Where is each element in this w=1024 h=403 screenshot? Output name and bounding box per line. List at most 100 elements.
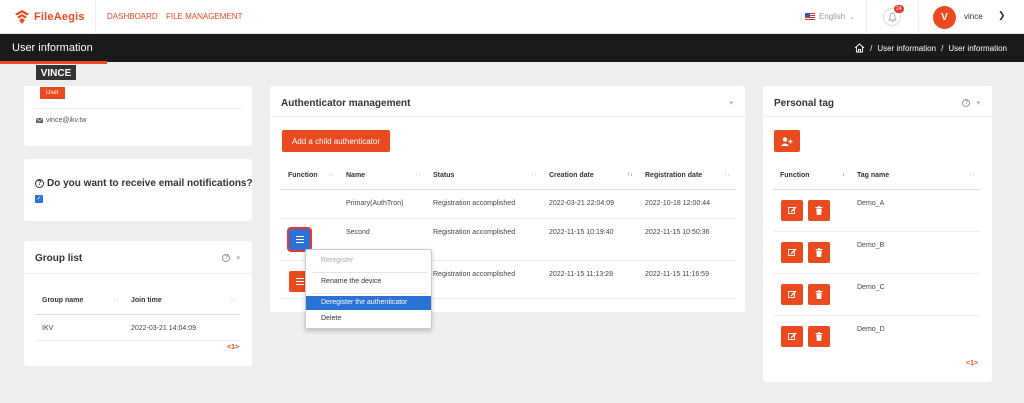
- chevron-down-icon[interactable]: ▾: [236, 254, 240, 262]
- chevron-down-icon[interactable]: ❯: [998, 10, 1006, 21]
- trash-icon: [815, 290, 823, 299]
- table-row: Demo_A: [773, 189, 980, 232]
- edit-tag-button[interactable]: [781, 200, 803, 221]
- brand-name: FileAegis: [34, 11, 85, 23]
- user-plus-icon: [781, 136, 793, 146]
- menu-item-deregister[interactable]: Deregister the authenticator: [306, 296, 431, 310]
- add-tag-button[interactable]: [774, 130, 800, 152]
- envelope-icon: [36, 118, 43, 123]
- table-row: Demo_B: [773, 231, 980, 274]
- email-notification-checkbox[interactable]: ✓: [35, 195, 43, 203]
- row-function-menu-button[interactable]: [287, 227, 312, 252]
- nav-file-management[interactable]: FILE MANAGEMENT: [166, 12, 242, 21]
- tag-name-cell: Demo_D: [857, 325, 885, 333]
- home-icon[interactable]: [854, 43, 865, 53]
- column-header[interactable]: Function ↑↓: [281, 163, 339, 190]
- trash-icon: [815, 206, 823, 215]
- nav-divider: [95, 0, 96, 34]
- column-header[interactable]: Tag name ↑↓: [850, 163, 980, 190]
- notification-count-badge: 24: [894, 5, 904, 13]
- column-header[interactable]: Group name ↑↓: [35, 288, 124, 315]
- chevron-down-icon[interactable]: ▾: [729, 99, 733, 107]
- group-list-card: Group list ? ▾ Group name ↑↓ Join time ↑↓ I…: [24, 241, 252, 366]
- username[interactable]: vince: [964, 12, 983, 21]
- add-child-authenticator-button[interactable]: Add a child authenticator: [282, 130, 390, 152]
- column-header[interactable]: Creation date ↑↓: [542, 163, 638, 190]
- avatar[interactable]: V: [933, 6, 956, 29]
- user-display-name: VINCE: [36, 65, 76, 80]
- tag-name-cell: Demo_A: [850, 189, 980, 232]
- pagination[interactable]: <1>: [227, 344, 239, 351]
- delete-tag-button[interactable]: [808, 200, 830, 221]
- breadcrumb-item[interactable]: User information: [877, 44, 936, 53]
- column-header[interactable]: Function ↓: [773, 163, 850, 190]
- edit-icon: [787, 332, 796, 340]
- page-title: User information: [12, 42, 93, 54]
- edit-icon: [787, 206, 796, 214]
- menu-item-delete[interactable]: Delete: [306, 312, 431, 326]
- breadcrumb-item: User information: [948, 43, 1007, 53]
- table-row: Primary(AuthTron) Registration accomplis…: [281, 189, 735, 219]
- edit-tag-button[interactable]: [781, 326, 803, 347]
- table-row: IKV 2022-03-21 14:04:09: [35, 314, 240, 341]
- authenticator-created-cell: 2022-03-21 22:04:09: [542, 189, 638, 219]
- question-circle-icon: ?: [35, 179, 44, 188]
- personal-tag-title: Personal tag: [774, 98, 835, 109]
- bell-icon: [887, 12, 897, 22]
- menu-icon: [295, 278, 304, 285]
- delete-tag-button[interactable]: [808, 326, 830, 347]
- language-selector[interactable]: English ⌄: [805, 12, 855, 21]
- column-header[interactable]: Name ↑↓: [339, 163, 426, 190]
- authenticator-created-cell: 2022-11-15 11:13:28: [542, 260, 638, 299]
- title-accent-underline: [0, 61, 107, 64]
- menu-item-rename[interactable]: Rename the device: [306, 275, 431, 289]
- user-email-text: vince@ikv.tw: [46, 117, 87, 124]
- authenticator-title: Authenticator management: [281, 98, 411, 109]
- personal-tag-table: Function ↓ Tag name ↑↓ Demo_A Demo_B Demo_…: [773, 163, 980, 357]
- menu-icon: [295, 236, 304, 243]
- brand-logo[interactable]: FileAegis: [14, 9, 85, 25]
- authenticator-created-cell: 2022-11-15 10:19:40: [542, 218, 638, 261]
- chevron-down-icon: ⌄: [849, 13, 856, 21]
- authenticator-registered-cell: 2022-11-15 11:16:59: [638, 260, 735, 299]
- group-name-cell: IKV: [35, 314, 124, 341]
- trash-icon: [815, 332, 823, 341]
- nav-dashboard[interactable]: DASHBOARD: [107, 12, 158, 21]
- chevron-down-icon[interactable]: ▾: [976, 99, 980, 107]
- help-icon[interactable]: ?: [962, 99, 971, 107]
- authenticator-name-cell: Primary(AuthTron): [339, 189, 426, 219]
- tag-name-cell: Demo_B: [850, 231, 980, 274]
- pagination[interactable]: <1>: [966, 360, 978, 367]
- menu-item-reregister: Reregister: [321, 257, 354, 264]
- edit-tag-button[interactable]: [781, 284, 803, 305]
- column-header[interactable]: Join time ↑↓: [124, 288, 240, 315]
- edit-icon: [787, 290, 796, 298]
- trash-icon: [815, 248, 823, 257]
- email-notification-card: [24, 159, 252, 221]
- join-time-cell: 2022-03-21 14:04:09: [124, 314, 240, 341]
- table-row: Demo_C: [773, 273, 980, 316]
- help-icon[interactable]: ?: [222, 254, 231, 262]
- table-row: Demo_D: [773, 315, 980, 357]
- tag-name-cell: Demo_C: [850, 273, 980, 316]
- logo-icon: [15, 10, 29, 24]
- authenticator-status-cell: Registration accomplished: [426, 260, 542, 299]
- row-action-menu: Reregister Rename the device Deregister …: [305, 249, 432, 329]
- us-flag-icon: [805, 13, 815, 20]
- nav-divider: [918, 0, 919, 34]
- group-list-table: Group name ↑↓ Join time ↑↓ IKV 2022-03-21 …: [35, 288, 240, 341]
- delete-tag-button[interactable]: [808, 242, 830, 263]
- breadcrumb: / User information / User information: [854, 43, 1007, 53]
- group-list-title: Group list: [35, 253, 83, 264]
- column-header[interactable]: Registration date ↑↓: [638, 163, 735, 190]
- nav-divider: [866, 0, 867, 34]
- column-header[interactable]: Status ↑↓: [426, 163, 542, 190]
- authenticator-registered-cell: 2022-10-18 12:00:44: [638, 189, 735, 219]
- delete-tag-button[interactable]: [808, 284, 830, 305]
- language-label: English: [819, 12, 846, 21]
- authenticator-status-cell: Registration accomplished: [426, 189, 542, 219]
- user-email: vince@ikv.tw: [36, 117, 86, 124]
- edit-icon: [787, 248, 796, 256]
- edit-tag-button[interactable]: [781, 242, 803, 263]
- authenticator-registered-cell: 2022-11-15 10:50:36: [638, 218, 735, 261]
